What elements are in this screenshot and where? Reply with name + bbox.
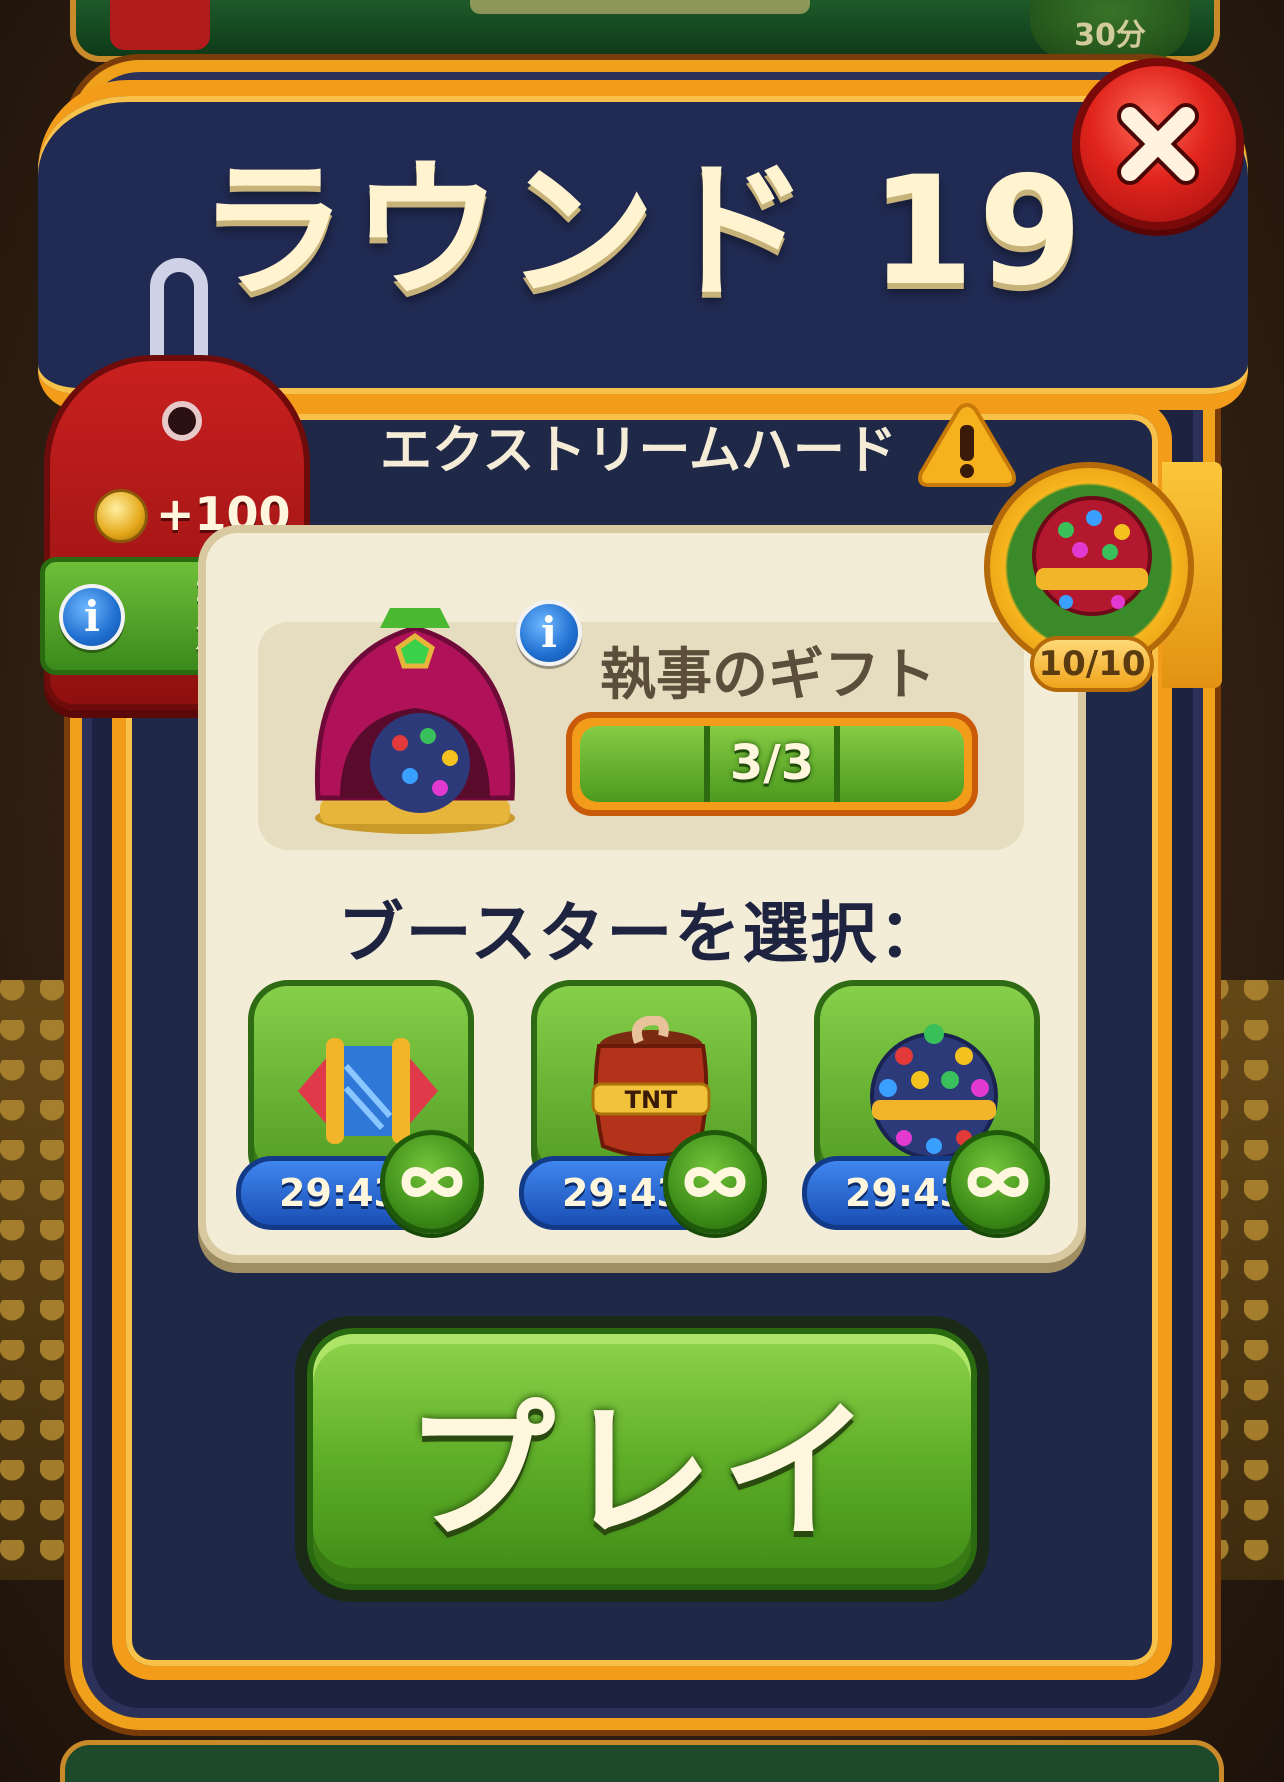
play-button-face: プレイ (307, 1328, 977, 1590)
booster-slot-disco[interactable]: 29:43 (802, 980, 1050, 1234)
close-button[interactable] (1072, 58, 1244, 230)
tag-hole (162, 401, 202, 441)
gift-progress-text: 3/3 (729, 735, 815, 791)
background-timer: 30分 (1030, 0, 1190, 60)
difficulty-label: エクストリームハード (380, 420, 897, 481)
infinity-icon (967, 1167, 1029, 1197)
infinite-badge (380, 1130, 484, 1234)
infinite-badge (946, 1130, 1050, 1234)
gift-title: 執事のギフト (600, 643, 936, 708)
gift-info-icon: i (516, 600, 582, 666)
booster-heading: ブースターを選択： (337, 895, 947, 972)
coin-icon (94, 489, 148, 543)
gift-info-button[interactable]: i (516, 600, 582, 666)
infinity-icon (684, 1167, 746, 1197)
play-button-label: プレイ (404, 1385, 879, 1560)
medal-count: 10/10 (1030, 636, 1154, 692)
booster-slot-tnt[interactable]: TNT 29:43 (519, 980, 767, 1234)
reward-info-icon[interactable]: i (59, 584, 125, 650)
booster-slot-rocket[interactable]: 29:43 (236, 980, 484, 1234)
infinity-icon (401, 1167, 463, 1197)
background-red-block (110, 0, 210, 50)
butler-gift-icon (314, 608, 516, 834)
disco-ball-medal-icon (1032, 496, 1152, 616)
gift-progress-bar: 3/3 (566, 712, 978, 816)
background-coin-pile-right (1204, 980, 1284, 1580)
close-icon (1117, 103, 1199, 185)
background-bottom-bar (60, 1740, 1224, 1782)
play-button[interactable]: プレイ (295, 1316, 989, 1602)
svg-text:TNT: TNT (625, 1086, 678, 1114)
difficulty-indicator: エクストリームハード (380, 402, 1019, 487)
warning-icon (917, 402, 1016, 487)
background-progress-bar (470, 0, 810, 14)
infinite-badge (663, 1130, 767, 1234)
